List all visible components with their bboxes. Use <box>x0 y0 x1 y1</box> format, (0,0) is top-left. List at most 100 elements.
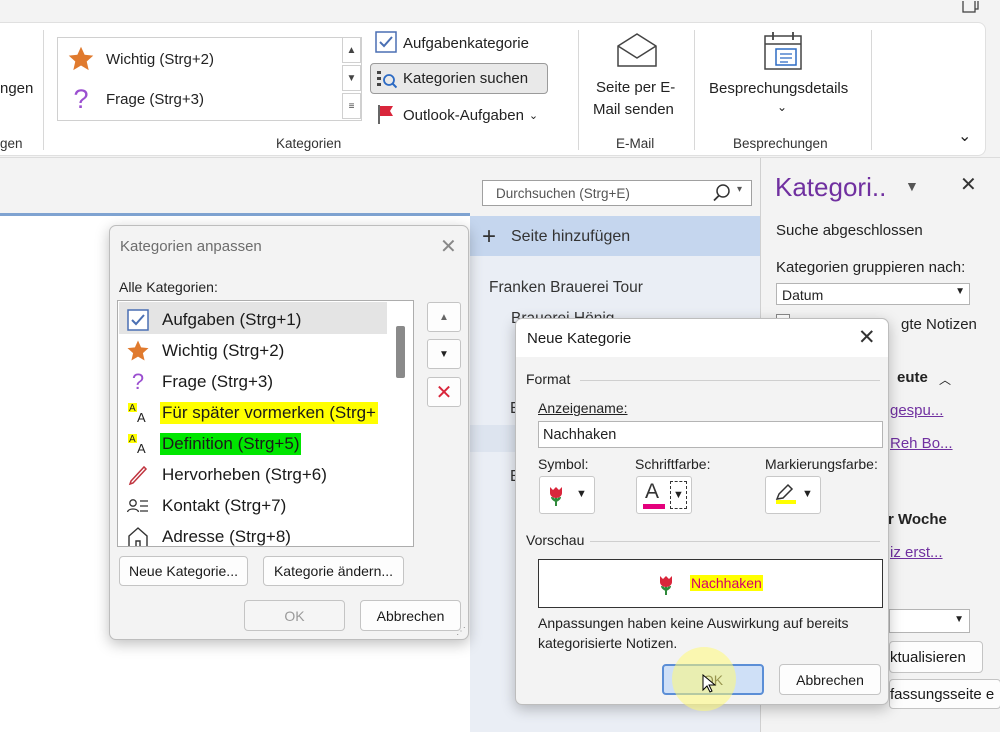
find-categories-icon <box>375 69 398 94</box>
close-icon[interactable]: ✕ <box>440 234 457 259</box>
group-label-besprechungen: Besprechungen <box>733 136 828 151</box>
chevron-down-icon[interactable]: ▼ <box>905 178 919 194</box>
checkbox-icon <box>375 31 397 56</box>
arrow-down-icon: ▼ <box>439 348 449 360</box>
change-category-label: Kategorie ändern... <box>273 563 394 579</box>
dialog-title: Kategorien anpassen <box>120 238 262 255</box>
window-restore-icon[interactable] <box>962 0 982 13</box>
gallery-expand[interactable]: ≡ <box>342 93 361 119</box>
symbol-dropdown[interactable]: ▼ <box>539 476 595 514</box>
move-down-button[interactable]: ▼ <box>427 339 461 369</box>
preview-label: Vorschau <box>526 532 585 548</box>
preview-box: Nachhaken <box>538 559 883 608</box>
display-name-input[interactable]: Nachhaken <box>538 421 883 448</box>
outlook-aufgaben-button[interactable]: Outlook-Aufgaben ⌄ <box>375 103 538 128</box>
gallery-scroll-up[interactable]: ▲ <box>342 37 361 63</box>
aufgabenkategorie-button[interactable]: Aufgabenkategorie <box>375 31 529 56</box>
list-item[interactable]: AA Definition (Strg+5) <box>122 428 387 459</box>
list-item[interactable]: AA Für später vormerken (Strg+ <box>122 397 387 428</box>
highlighter-icon <box>774 482 796 507</box>
note-text: Anpassungen haben keine Auswirkung auf b… <box>538 615 849 651</box>
ribbon-collapse-icon[interactable]: ⌄ <box>958 126 971 146</box>
change-category-button[interactable]: Kategorie ändern... <box>263 556 404 586</box>
summary-label: fassungsseite e <box>890 685 995 703</box>
search-placeholder: Durchsuchen (Strg+E) <box>496 186 630 201</box>
kategorien-suchen-button[interactable]: Kategorien suchen <box>370 63 548 94</box>
search-icon[interactable] <box>711 183 733 206</box>
refresh-button[interactable]: ktualisieren <box>889 641 983 673</box>
list-item-label: Adresse (Strg+8) <box>162 526 291 546</box>
font-color-dropdown[interactable]: A ▼ <box>636 476 692 514</box>
add-page-button[interactable]: + Seite hinzufügen <box>470 216 760 256</box>
section-week: r Woche <box>888 511 947 528</box>
gallery-scroll-down[interactable]: ▼ <box>342 65 361 91</box>
ribbon-partial-command[interactable]: ngen <box>0 80 33 97</box>
ok-button[interactable]: OK <box>244 600 345 631</box>
delete-x-icon: ✕ <box>435 381 453 404</box>
close-icon[interactable]: ✕ <box>858 325 876 350</box>
list-scrollbar-thumb[interactable] <box>396 326 405 378</box>
result-link[interactable]: Reh Bo... <box>890 435 953 452</box>
close-icon[interactable]: ✕ <box>960 172 977 197</box>
list-item-label: Wichtig (Strg+2) <box>162 340 285 360</box>
chevron-down-icon[interactable]: ▾ <box>737 184 742 195</box>
list-item-label: Frage (Strg+3) <box>162 371 274 391</box>
group-by-select[interactable]: Datum ▼ <box>776 283 970 305</box>
chevron-down-icon: ⌄ <box>528 110 539 122</box>
new-category-dialog: Neue Kategorie ✕ Format Anzeigename: Nac… <box>515 318 889 705</box>
move-up-button[interactable]: ▲ <box>427 302 461 332</box>
display-name-value: Nachhaken <box>543 427 617 443</box>
list-item-label: Für später vormerken (Strg+ <box>160 401 378 424</box>
resize-grip-icon[interactable]: ⋰ <box>456 626 466 637</box>
chevron-down-icon: ▼ <box>955 286 965 297</box>
list-item[interactable]: Wichtig (Strg+2) <box>122 335 387 366</box>
add-page-label: Seite hinzufügen <box>511 228 631 245</box>
arrow-up-icon: ▲ <box>439 311 449 323</box>
star-icon <box>64 45 98 73</box>
cancel-button[interactable]: Abbrechen <box>360 600 461 631</box>
envelope-icon <box>616 32 658 71</box>
result-link[interactable]: iz erst... <box>890 544 943 561</box>
gallery-item-wichtig[interactable]: Wichtig (Strg+2) <box>64 42 374 76</box>
list-item-label: Kontakt (Strg+7) <box>162 495 287 515</box>
category-gallery[interactable]: Wichtig (Strg+2) ? Frage (Strg+3) <box>57 37 362 121</box>
search-input[interactable]: Durchsuchen (Strg+E) ▾ <box>482 180 752 206</box>
section-today: eute <box>897 369 928 386</box>
gallery-item-frage[interactable]: ? Frage (Strg+3) <box>64 82 374 116</box>
font-color-icon: A <box>645 480 660 503</box>
svg-text:A: A <box>137 441 146 456</box>
filter-select[interactable]: ▼ <box>889 609 970 633</box>
result-link[interactable]: gespu... <box>890 402 943 419</box>
ribbon-partial-group: gen <box>0 136 23 151</box>
page-item[interactable]: Franken Brauerei Tour <box>489 279 643 297</box>
tulip-icon <box>656 574 676 599</box>
list-item[interactable]: Kontakt (Strg+7) <box>122 490 387 521</box>
highlight-color-dropdown[interactable]: ▼ <box>765 476 821 514</box>
list-item[interactable]: Adresse (Strg+8) <box>122 521 387 546</box>
new-category-button[interactable]: Neue Kategorie... <box>119 556 248 586</box>
summary-page-button[interactable]: fassungsseite e <box>889 679 1000 709</box>
list-item[interactable]: Aufgaben (Strg+1) <box>122 304 387 335</box>
besprechungsdetails-button[interactable]: Besprechungsdetails ⌄ <box>706 30 860 125</box>
separator <box>580 380 880 381</box>
refresh-label: ktualisieren <box>890 648 966 666</box>
symbol-label: Symbol: <box>538 456 589 472</box>
chevron-up-icon[interactable]: ︿ <box>939 371 951 388</box>
delete-category-button[interactable]: ✕ <box>427 377 461 407</box>
svg-text:A: A <box>129 434 136 445</box>
search-status: Suche abgeschlossen <box>776 222 923 239</box>
group-divider <box>871 30 872 150</box>
cancel-label: Abbrechen <box>796 671 864 688</box>
cancel-button[interactable]: Abbrechen <box>779 664 881 695</box>
contact-icon <box>122 494 154 518</box>
category-list[interactable]: Aufgaben (Strg+1) Wichtig (Strg+2) ? Fra… <box>117 300 414 547</box>
star-icon <box>122 339 154 363</box>
email-page-button[interactable]: Seite per E- Mail senden <box>590 30 685 125</box>
plus-icon: + <box>482 223 497 250</box>
calendar-icon <box>762 30 804 75</box>
list-item[interactable]: ? Frage (Strg+3) <box>122 366 387 397</box>
chevron-down-icon: ▼ <box>802 488 813 500</box>
list-item[interactable]: Hervorheben (Strg+6) <box>122 459 387 490</box>
group-label-email: E-Mail <box>616 136 655 151</box>
aufgabenkategorie-label: Aufgabenkategorie <box>403 35 529 52</box>
